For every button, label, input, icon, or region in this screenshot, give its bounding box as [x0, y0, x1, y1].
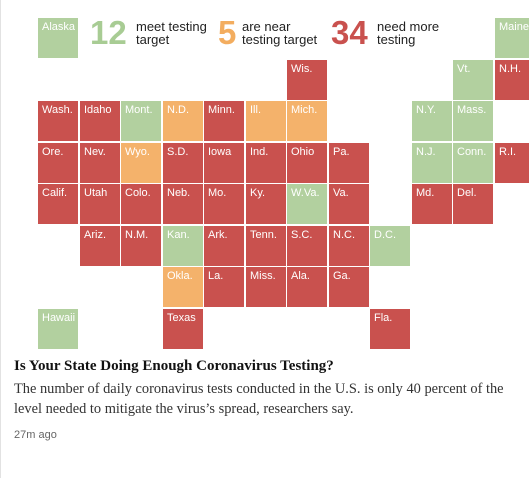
- state-tile-wyo[interactable]: Wyo.: [121, 143, 161, 183]
- state-tile-nc[interactable]: N.C.: [329, 226, 369, 266]
- state-tile-utah[interactable]: Utah: [80, 184, 120, 224]
- state-tile-nev[interactable]: Nev.: [80, 143, 120, 183]
- legend-count-need: 34: [331, 14, 368, 51]
- state-tile-ind[interactable]: Ind.: [246, 143, 286, 183]
- state-tile-okla[interactable]: Okla.: [163, 267, 203, 307]
- state-tile-nh[interactable]: N.H.: [495, 60, 529, 100]
- state-testing-tile-map: 12 meet testing target 5 are near testin…: [0, 0, 529, 352]
- state-tile-mich[interactable]: Mich.: [287, 101, 327, 141]
- state-tile-wva[interactable]: W.Va.: [287, 184, 327, 224]
- legend-count-meet: 12: [90, 14, 127, 51]
- state-tile-alaska[interactable]: Alaska: [38, 18, 78, 58]
- state-tile-ny[interactable]: N.Y.: [412, 101, 452, 141]
- state-tile-tenn[interactable]: Tenn.: [246, 226, 286, 266]
- state-tile-calif[interactable]: Calif.: [38, 184, 78, 224]
- state-tile-sc[interactable]: S.C.: [287, 226, 327, 266]
- state-tile-ariz[interactable]: Ariz.: [80, 226, 120, 266]
- state-tile-neb[interactable]: Neb.: [163, 184, 203, 224]
- state-tile-ga[interactable]: Ga.: [329, 267, 369, 307]
- state-tile-idaho[interactable]: Idaho: [80, 101, 120, 141]
- article-timestamp: 27m ago: [14, 429, 57, 441]
- state-tile-ri[interactable]: R.I.: [495, 143, 529, 183]
- state-tile-nj[interactable]: N.J.: [412, 143, 452, 183]
- state-tile-va[interactable]: Va.: [329, 184, 369, 224]
- legend-label-need-line2: testing: [377, 32, 416, 47]
- state-tile-iowa[interactable]: Iowa: [204, 143, 244, 183]
- state-tile-mass[interactable]: Mass.: [453, 101, 493, 141]
- state-tile-minn[interactable]: Minn.: [204, 101, 244, 141]
- state-tile-pa[interactable]: Pa.: [329, 143, 369, 183]
- article-headline[interactable]: Is Your State Doing Enough Coronavirus T…: [14, 358, 334, 375]
- state-tile-mont[interactable]: Mont.: [121, 101, 161, 141]
- state-tile-sd[interactable]: S.D.: [163, 143, 203, 183]
- state-tile-ky[interactable]: Ky.: [246, 184, 286, 224]
- state-tile-colo[interactable]: Colo.: [121, 184, 161, 224]
- state-tile-dc[interactable]: D.C.: [370, 226, 410, 266]
- state-tile-maine[interactable]: Maine: [495, 18, 529, 58]
- state-tile-del[interactable]: Del.: [453, 184, 493, 224]
- article-summary: The number of daily coronavirus tests co…: [14, 381, 504, 417]
- state-tile-ark[interactable]: Ark.: [204, 226, 244, 266]
- state-tile-ohio[interactable]: Ohio: [287, 143, 327, 183]
- state-tile-texas[interactable]: Texas: [163, 309, 203, 349]
- state-tile-la[interactable]: La.: [204, 267, 244, 307]
- state-tile-hawaii[interactable]: Hawaii: [38, 309, 78, 349]
- state-tile-fla[interactable]: Fla.: [370, 309, 410, 349]
- state-tile-vt[interactable]: Vt.: [453, 60, 493, 100]
- state-tile-nd[interactable]: N.D.: [163, 101, 203, 141]
- state-tile-wash[interactable]: Wash.: [38, 101, 78, 141]
- state-tile-kan[interactable]: Kan.: [163, 226, 203, 266]
- state-tile-conn[interactable]: Conn.: [453, 143, 493, 183]
- state-tile-nm[interactable]: N.M.: [121, 226, 161, 266]
- state-tile-ill[interactable]: Ill.: [246, 101, 286, 141]
- state-tile-mo[interactable]: Mo.: [204, 184, 244, 224]
- state-tile-wis[interactable]: Wis.: [287, 60, 327, 100]
- legend-label-near-line2: testing target: [242, 32, 318, 47]
- state-tile-md[interactable]: Md.: [412, 184, 452, 224]
- state-tile-miss[interactable]: Miss.: [246, 267, 286, 307]
- legend-label-meet-line2: target: [136, 32, 170, 47]
- state-tile-ore[interactable]: Ore.: [38, 143, 78, 183]
- legend-count-near: 5: [218, 14, 237, 51]
- state-tile-ala[interactable]: Ala.: [287, 267, 327, 307]
